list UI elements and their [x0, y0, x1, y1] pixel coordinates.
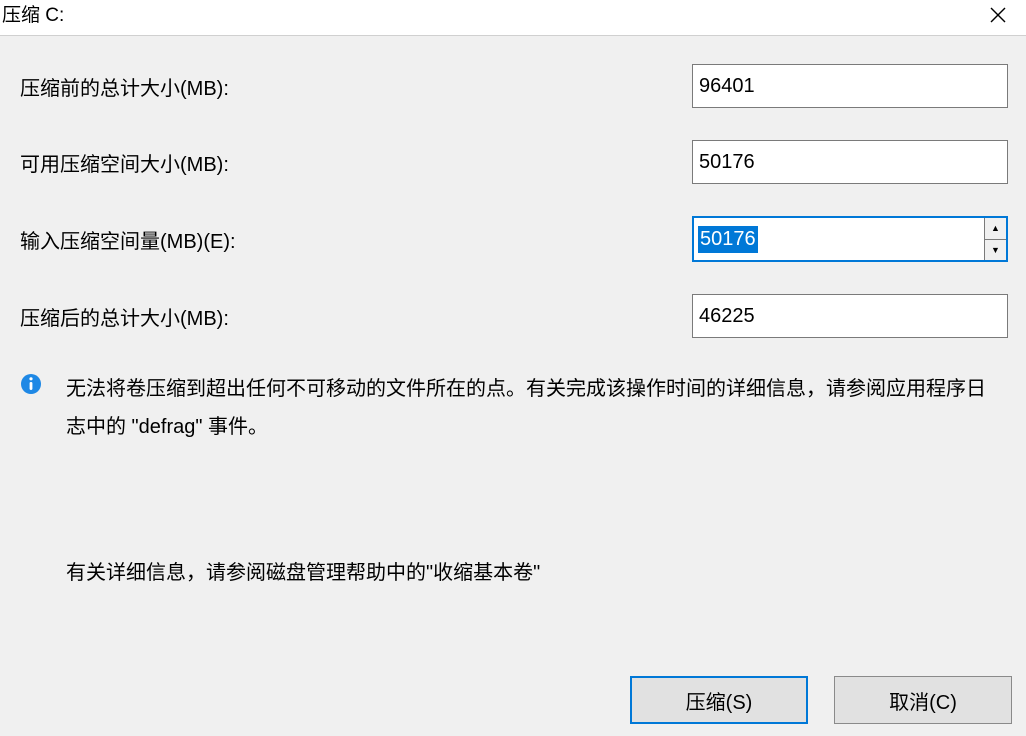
row-total-after: 压缩后的总计大小(MB): 46225: [20, 294, 1008, 338]
help-text: 有关详细信息，请参阅磁盘管理帮助中的"收缩基本卷": [66, 556, 1008, 585]
shrink-button-label: 压缩(S): [686, 686, 753, 715]
title-bar: 压缩 C:: [0, 0, 1026, 36]
cancel-button-label: 取消(C): [889, 686, 957, 715]
cancel-button[interactable]: 取消(C): [834, 676, 1012, 724]
spinner-buttons: ▲ ▼: [984, 218, 1006, 260]
value-total-before: 96401: [692, 64, 1008, 108]
spinner-up-button[interactable]: ▲: [985, 218, 1006, 240]
info-block: 无法将卷压缩到超出任何不可移动的文件所在的点。有关完成该操作时间的详细信息，请参…: [20, 370, 1008, 446]
close-icon: [990, 7, 1006, 23]
value-available: 50176: [692, 140, 1008, 184]
shrink-amount-value: 50176: [698, 226, 758, 253]
shrink-amount-spinner[interactable]: 50176 ▲ ▼: [692, 216, 1008, 262]
info-text: 无法将卷压缩到超出任何不可移动的文件所在的点。有关完成该操作时间的详细信息，请参…: [66, 370, 994, 446]
label-available: 可用压缩空间大小(MB):: [20, 148, 229, 177]
row-total-before: 压缩前的总计大小(MB): 96401: [20, 64, 1008, 108]
window-title: 压缩 C:: [0, 0, 64, 27]
label-total-after: 压缩后的总计大小(MB):: [20, 302, 229, 331]
info-icon: [20, 373, 42, 395]
dialog-footer: 压缩(S) 取消(C): [630, 676, 1012, 724]
close-button[interactable]: [976, 0, 1020, 30]
chevron-down-icon: ▼: [991, 245, 1000, 255]
label-total-before: 压缩前的总计大小(MB):: [20, 72, 229, 101]
row-available: 可用压缩空间大小(MB): 50176: [20, 140, 1008, 184]
value-total-after: 46225: [692, 294, 1008, 338]
shrink-button[interactable]: 压缩(S): [630, 676, 808, 724]
row-input: 输入压缩空间量(MB)(E): 50176 ▲ ▼: [20, 216, 1008, 262]
chevron-up-icon: ▲: [991, 223, 1000, 233]
shrink-amount-input[interactable]: 50176: [694, 218, 984, 260]
dialog-content: 压缩前的总计大小(MB): 96401 可用压缩空间大小(MB): 50176 …: [0, 36, 1026, 599]
spinner-down-button[interactable]: ▼: [985, 240, 1006, 261]
label-input: 输入压缩空间量(MB)(E):: [20, 225, 236, 254]
